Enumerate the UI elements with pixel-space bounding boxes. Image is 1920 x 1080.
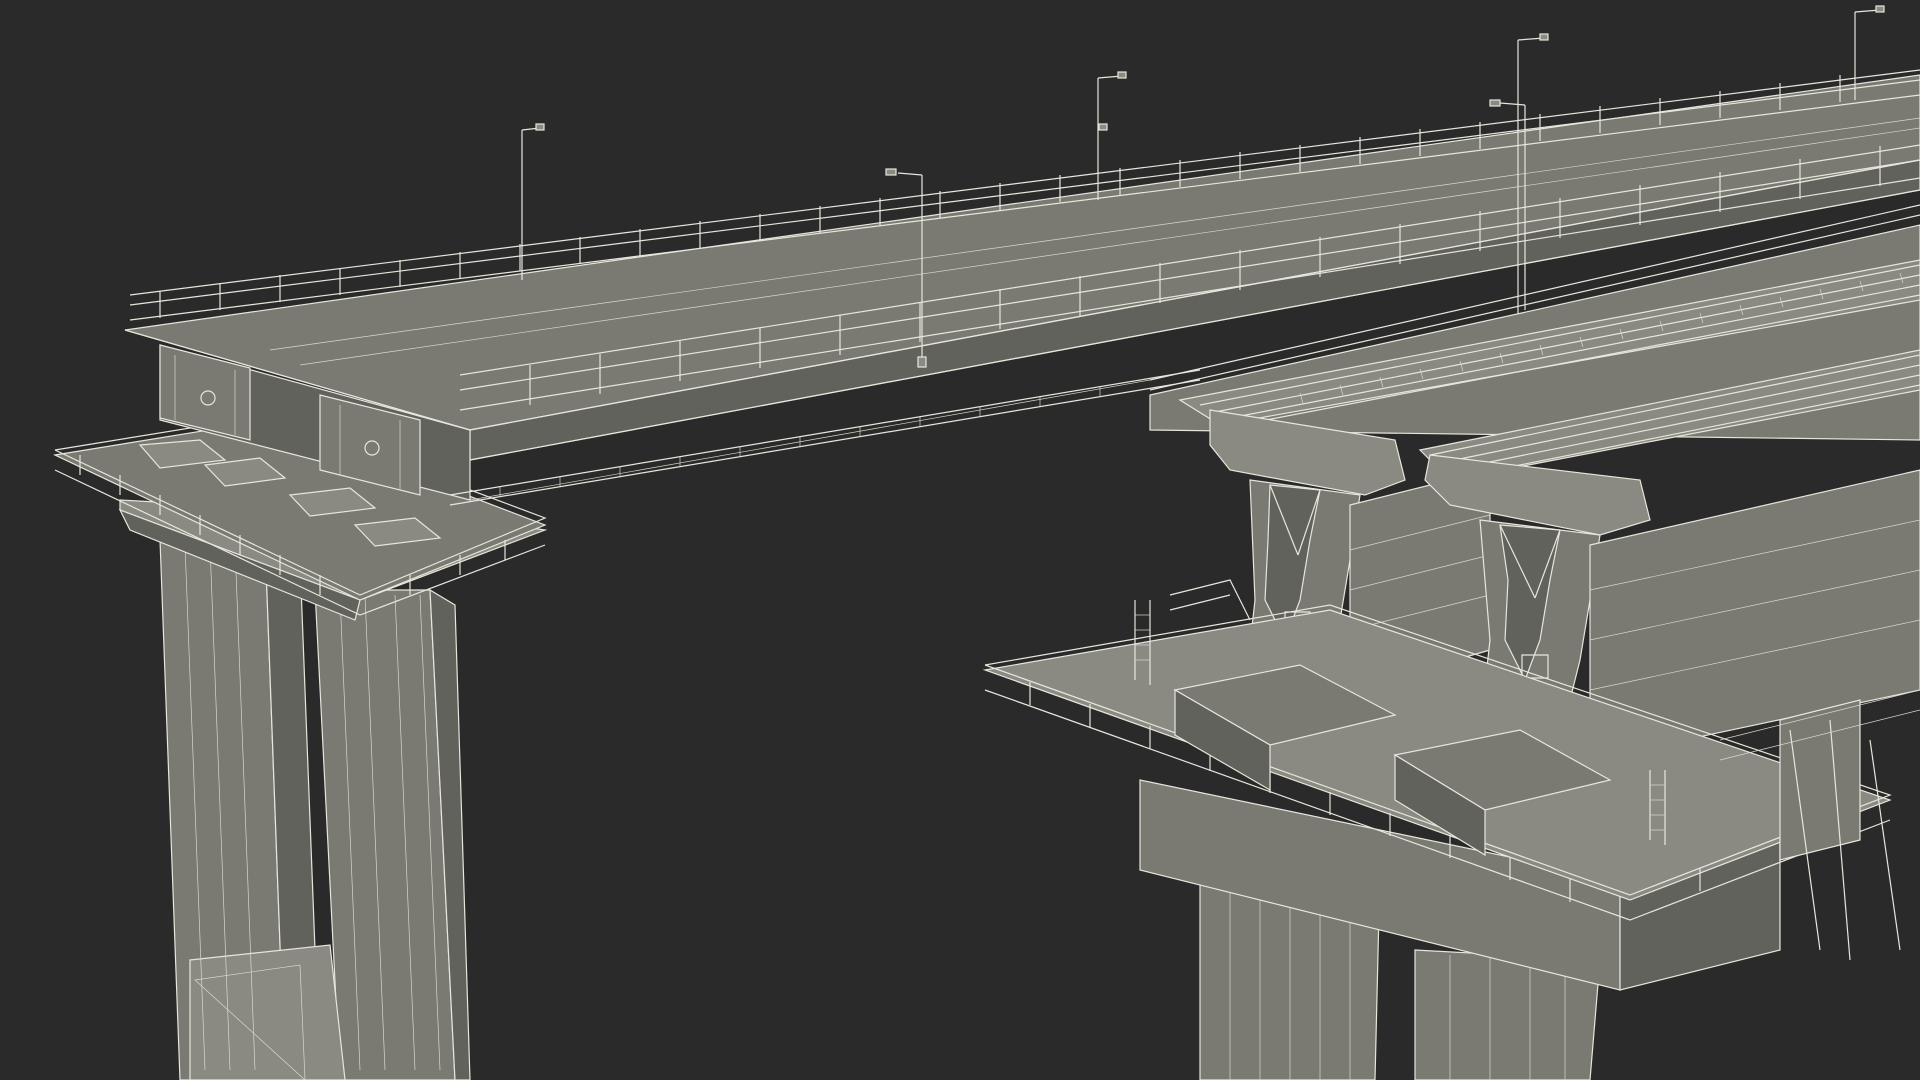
- left-pier: [53, 414, 548, 1080]
- bridge-wireframe-render: [53, 5, 1920, 1080]
- street-lamp: [521, 123, 545, 280]
- bridge-scene: [0, 0, 1920, 1080]
